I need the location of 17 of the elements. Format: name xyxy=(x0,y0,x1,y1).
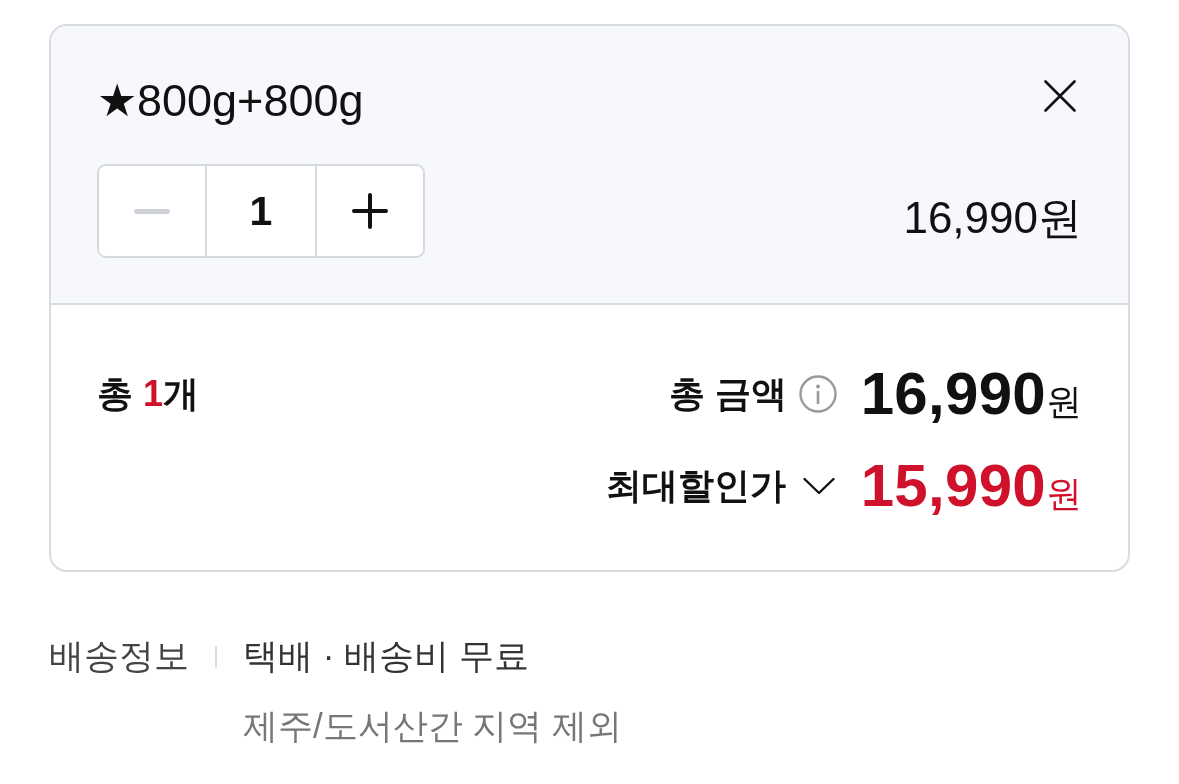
total-price: 16,990원 xyxy=(860,364,1082,424)
shipping-note: 제주/도서산간 지역 제외 xyxy=(243,705,623,747)
option-price: 16,990원 xyxy=(903,192,1082,244)
shipping-method: 택배 · 배송비 무료 xyxy=(243,635,530,677)
close-button[interactable] xyxy=(1044,80,1076,112)
plus-icon xyxy=(352,193,388,229)
shipping-label: 배송정보 xyxy=(49,635,190,677)
max-discount-label: 최대할인가 xyxy=(605,464,786,508)
discount-price: 15,990원 xyxy=(860,456,1082,516)
discount-toggle[interactable] xyxy=(802,477,835,495)
chevron-down-icon xyxy=(802,477,835,495)
close-icon xyxy=(1044,80,1076,112)
total-count: 총 1개 xyxy=(97,372,200,416)
option-name: ★800g+800g xyxy=(97,75,364,127)
minus-icon xyxy=(134,208,170,214)
info-icon[interactable] xyxy=(798,375,837,413)
total-amount-label: 총 금액 xyxy=(668,372,787,416)
